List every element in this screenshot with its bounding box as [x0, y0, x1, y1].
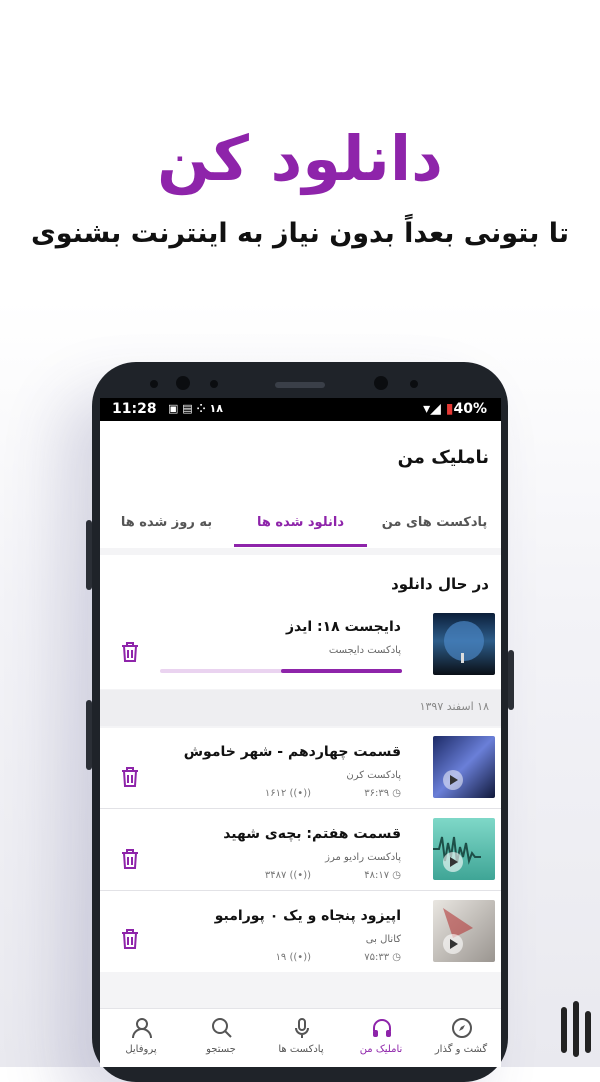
tab-bar: پادکست های من دانلود شده ها به روز شده ه…: [100, 501, 501, 547]
date-header: ۱۸ اسفند ۱۳۹۷: [100, 690, 501, 726]
episode-title[interactable]: قسمت هفتم: بچه‌ی شهید: [223, 826, 401, 842]
nav-explore[interactable]: گشت و گذار: [421, 1009, 501, 1067]
download-progress-fill: [281, 669, 402, 673]
nav-label: پروفایل: [125, 1044, 157, 1055]
sensor-dot: [410, 380, 418, 388]
microphone-icon: [295, 1018, 309, 1038]
promo-headline: دانلود کن: [157, 122, 443, 195]
search-icon: [212, 1018, 232, 1038]
bottom-navigation: گشت و گذار نامليک من پادکست ها جستجو پرو…: [100, 1008, 501, 1067]
clock-icon: ◷: [389, 952, 401, 963]
delete-icon[interactable]: [120, 848, 140, 870]
episode-title[interactable]: اپیزود پنجاه و یک ۰ پورامبو: [215, 908, 401, 924]
nav-podcasts[interactable]: پادکست ها: [261, 1009, 341, 1067]
episode-listens: ((•)) ۱۹: [276, 952, 311, 963]
listens-value: ۱۶۱۲: [264, 788, 287, 799]
sensor-dot: [150, 380, 158, 388]
nav-search[interactable]: جستجو: [181, 1009, 261, 1067]
broadcast-icon: ((•)): [286, 788, 311, 799]
power-button: [508, 650, 514, 710]
episode-podcast: پادکست رادیو مرز: [325, 852, 401, 863]
date-label: ۱۸ اسفند ۱۳۹۷: [419, 700, 489, 713]
delete-icon[interactable]: [120, 641, 140, 663]
nav-label: جستجو: [206, 1044, 236, 1055]
nav-my-library[interactable]: نامليک من: [341, 1009, 421, 1067]
nav-label: نامليک من: [359, 1044, 403, 1055]
episode-title[interactable]: قسمت چهاردهم - شهر خاموش: [184, 744, 401, 760]
episode-listens: ((•)) ۳۴۸۷: [265, 870, 311, 881]
delete-icon[interactable]: [120, 928, 140, 950]
status-time: 11:28: [112, 401, 157, 417]
status-notification-icons: ▣ ▤ ⁘ ۱۸: [168, 402, 223, 415]
episode-podcast: کانال بی: [365, 934, 401, 945]
app-header: نامليک من پادکست های من دانلود شده ها به…: [100, 421, 501, 548]
volume-button: [86, 700, 92, 770]
play-icon[interactable]: [433, 900, 495, 962]
delete-icon[interactable]: [120, 766, 140, 788]
duration-value: ۴۸:۱۷: [364, 870, 390, 881]
clock-icon: ◷: [389, 870, 401, 881]
broadcast-icon: ((•)): [286, 952, 311, 963]
episode-thumbnail[interactable]: [433, 613, 495, 675]
front-camera: [176, 376, 190, 390]
download-progress-bar: [160, 669, 402, 673]
duration-value: ۷۵:۳۳: [364, 952, 390, 963]
status-bar: 11:28 ▣ ▤ ⁘ ۱۸ ▾◢ ▮40%: [100, 398, 501, 421]
promo-subline: تا بتونی بعداً بدون نیاز به اینترنت بشنو…: [30, 218, 570, 249]
phone-screen: 11:28 ▣ ▤ ⁘ ۱۸ ▾◢ ▮40% نامليک من پادکست …: [100, 398, 501, 1067]
episode-thumbnail[interactable]: [433, 736, 495, 798]
user-icon: [132, 1018, 152, 1039]
play-icon[interactable]: [433, 736, 495, 798]
episode-duration: ◷ ۳۶:۳۹: [364, 788, 401, 799]
episode-duration: ◷ ۴۸:۱۷: [364, 870, 401, 881]
listens-value: ۳۴۸۷: [264, 870, 287, 881]
wifi-icon: ▾◢: [423, 401, 446, 417]
episode-title[interactable]: دایجست ۱۸: ایدز: [286, 619, 401, 635]
store-logo: [561, 1001, 591, 1057]
nav-label: پادکست ها: [278, 1044, 324, 1055]
divider: [100, 890, 501, 891]
clock-icon: ◷: [389, 788, 401, 799]
status-right: ▾◢ ▮40%: [423, 401, 487, 417]
planet-artwork: [444, 621, 484, 663]
episode-listens: ((•)) ۱۶۱۲: [265, 788, 311, 799]
nav-label: گشت و گذار: [434, 1044, 488, 1055]
section-title-downloading: در حال دانلود: [391, 575, 489, 593]
tab-updated[interactable]: به روز شده ها: [100, 501, 233, 547]
episode-thumbnail[interactable]: [433, 900, 495, 962]
episode-podcast: پادکست کرن: [346, 770, 401, 781]
downloading-section: در حال دانلود دایجست ۱۸: ایدز پادکست دای…: [100, 555, 501, 689]
episode-duration: ◷ ۷۵:۳۳: [364, 952, 401, 963]
front-camera: [374, 376, 388, 390]
tab-my-podcasts[interactable]: پادکست های من: [368, 501, 501, 547]
compass-icon: [452, 1018, 472, 1038]
duration-value: ۳۶:۳۹: [364, 788, 390, 799]
volume-button: [86, 520, 92, 590]
status-notification-text: ۱۸: [209, 402, 223, 415]
play-icon[interactable]: [433, 818, 495, 880]
sensor-dot: [210, 380, 218, 388]
broadcast-icon: ((•)): [286, 870, 311, 881]
episode-podcast: پادکست دایجست: [328, 645, 401, 656]
nav-profile[interactable]: پروفایل: [101, 1009, 181, 1067]
speaker-grille: [275, 382, 325, 388]
episode-thumbnail[interactable]: [433, 818, 495, 880]
listens-value: ۱۹: [275, 952, 287, 963]
tab-downloaded[interactable]: دانلود شده ها: [234, 501, 367, 547]
headphones-icon: [373, 1019, 391, 1037]
downloaded-list: قسمت چهاردهم - شهر خاموش پادکست کرن ◷ ۳۶…: [100, 728, 501, 972]
page-title: نامليک من: [397, 447, 489, 468]
battery-level: 40%: [453, 401, 487, 417]
divider: [100, 808, 501, 809]
